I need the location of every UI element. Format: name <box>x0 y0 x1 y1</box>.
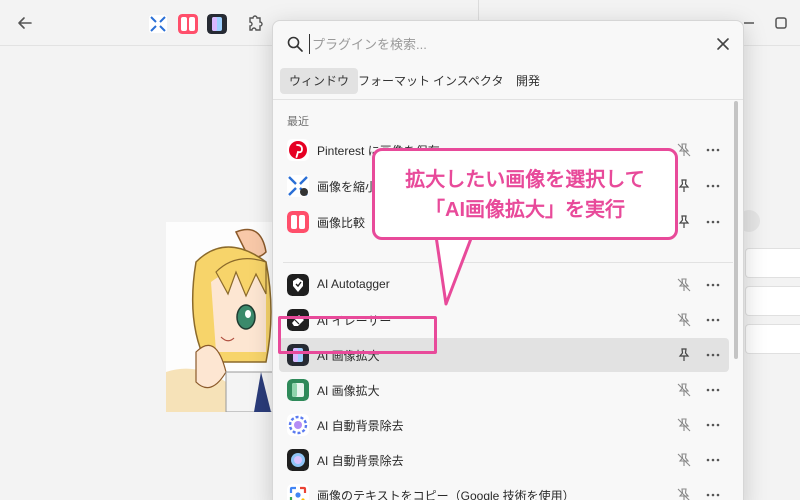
pin-off-icon[interactable] <box>677 418 691 432</box>
close-icon[interactable] <box>713 34 733 54</box>
scrollbar-thumb[interactable] <box>734 101 738 359</box>
more-options-icon[interactable] <box>705 382 721 398</box>
image-compare-icon <box>287 211 309 233</box>
pin-off-icon[interactable] <box>677 143 691 157</box>
list-divider <box>283 262 733 263</box>
more-options-icon[interactable] <box>705 312 721 328</box>
plugin-panel: ウィンドウ フォーマット インスペクタ 開発 最近 Pinterest に画像を… <box>272 20 744 500</box>
tab-inspector[interactable]: インスペクタ <box>424 68 512 94</box>
tab-window[interactable]: ウィンドウ <box>280 68 359 94</box>
pinterest-icon <box>287 139 309 161</box>
list-item-ai-background-remove-alt[interactable]: AI 自動背景除去 <box>279 443 729 477</box>
image-compare-toolbar-icon[interactable] <box>178 14 198 34</box>
shrink-image-toolbar-icon[interactable] <box>148 14 168 34</box>
scrollbar[interactable] <box>734 101 740 401</box>
pin-off-icon[interactable] <box>677 488 691 500</box>
ai-background-remove-icon <box>287 414 309 436</box>
item-label: AI 自動背景除去 <box>317 454 404 468</box>
list-item-copy-image-text[interactable]: 画像のテキストをコピー（Google 技術を使用） <box>279 478 729 500</box>
more-options-icon[interactable] <box>705 142 721 158</box>
maximize-icon[interactable] <box>772 14 790 32</box>
item-label: AI Autotagger <box>317 277 390 291</box>
tab-bar: ウィンドウ フォーマット インスペクタ 開発 <box>273 65 743 101</box>
section-recent-label: 最近 <box>287 116 309 128</box>
item-label: 画像を縮小 <box>317 180 378 194</box>
list-item-ai-autotagger[interactable]: AI Autotagger <box>279 268 729 302</box>
more-options-icon[interactable] <box>705 178 721 194</box>
shrink-image-icon <box>287 175 309 197</box>
more-options-icon[interactable] <box>705 452 721 468</box>
back-arrow-icon[interactable] <box>14 12 36 34</box>
inspector-field[interactable] <box>745 248 800 278</box>
search-input[interactable] <box>309 34 689 54</box>
more-options-icon[interactable] <box>705 417 721 433</box>
pin-icon[interactable] <box>677 348 691 362</box>
pin-off-icon[interactable] <box>677 278 691 292</box>
ai-upscale-alt-icon <box>287 379 309 401</box>
pin-off-icon[interactable] <box>677 383 691 397</box>
more-options-icon[interactable] <box>705 487 721 500</box>
tabs-divider <box>273 99 743 100</box>
tab-develop[interactable]: 開発 <box>507 68 549 94</box>
list-item-ai-background-remove[interactable]: AI 自動背景除去 <box>279 408 729 442</box>
more-options-icon[interactable] <box>705 277 721 293</box>
inspector-field[interactable] <box>745 324 800 354</box>
ai-upscale-toolbar-icon[interactable] <box>207 14 227 34</box>
pin-off-icon[interactable] <box>677 453 691 467</box>
list-item-ai-upscale-alt[interactable]: AI 画像拡大 <box>279 373 729 407</box>
google-lens-icon <box>287 484 309 500</box>
pin-off-icon[interactable] <box>677 313 691 327</box>
ai-autotagger-icon <box>287 274 309 296</box>
pin-icon[interactable] <box>677 179 691 193</box>
callout-line-2: 「AI画像拡大」を実行 <box>425 199 625 221</box>
canvas-image[interactable] <box>166 222 276 412</box>
item-label: AI 自動背景除去 <box>317 419 404 433</box>
plugin-icon[interactable] <box>244 14 264 34</box>
callout-line-1: 拡大したい画像を選択して <box>405 169 645 191</box>
search-icon <box>287 36 303 52</box>
more-options-icon[interactable] <box>705 214 721 230</box>
pin-icon[interactable] <box>677 215 691 229</box>
more-options-icon[interactable] <box>705 347 721 363</box>
item-label: 画像比較 <box>317 216 366 230</box>
highlight-box <box>278 316 437 354</box>
callout-bubble: 拡大したい画像を選択して 「AI画像拡大」を実行 <box>372 148 678 240</box>
callout-pointer <box>434 236 474 306</box>
item-label: 画像のテキストをコピー（Google 技術を使用） <box>317 489 575 500</box>
inspector-field[interactable] <box>745 286 800 316</box>
search-bar <box>273 21 743 67</box>
anime-character-illustration <box>166 222 276 412</box>
ai-background-remove-alt-icon <box>287 449 309 471</box>
item-label: AI 画像拡大 <box>317 384 380 398</box>
